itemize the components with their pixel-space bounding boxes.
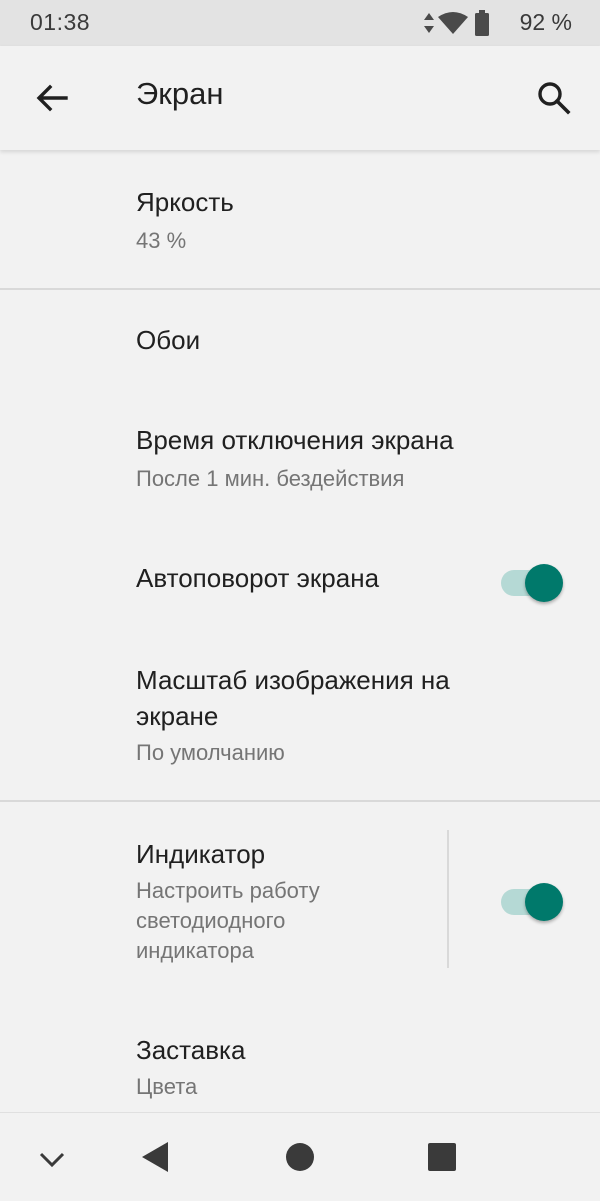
status-bar: 01:38 92 %	[0, 0, 600, 46]
arrow-back-icon	[36, 84, 68, 112]
setting-wallpaper[interactable]: Обои	[0, 290, 600, 390]
recents-square-icon	[428, 1143, 456, 1171]
page-title: Экран	[136, 76, 224, 111]
setting-summary: После 1 мин. бездействия	[136, 466, 405, 491]
setting-brightness[interactable]: Яркость 43 %	[0, 150, 600, 288]
battery-icon	[474, 10, 490, 41]
setting-title: Заставка	[136, 1035, 246, 1065]
nav-home-button[interactable]	[282, 1139, 318, 1180]
chevron-down-icon	[39, 1152, 65, 1168]
setting-display-size[interactable]: Масштаб изображения на экране По умолчан…	[0, 634, 600, 800]
setting-summary: 43 %	[136, 228, 187, 253]
search-button[interactable]	[530, 74, 578, 122]
setting-indicator[interactable]: Индикатор Настроить работу светодиодного…	[0, 802, 600, 988]
wifi-icon	[438, 11, 468, 40]
setting-title: Индикатор	[136, 839, 266, 869]
setting-summary-line1: Настроить работу	[136, 878, 320, 903]
setting-title: Яркость	[136, 187, 234, 217]
navigation-bar	[0, 1112, 600, 1201]
setting-summary-line3: индикатора	[136, 938, 254, 963]
setting-title-line2: экране	[136, 701, 219, 731]
toggle-thumb	[525, 564, 563, 602]
vertical-separator	[447, 830, 449, 968]
setting-summary-line2: светодиодного	[136, 908, 286, 933]
setting-screen-timeout[interactable]: Время отключения экрана После 1 мин. без…	[0, 390, 600, 524]
search-icon	[538, 82, 571, 115]
indicator-toggle[interactable]	[499, 875, 565, 921]
status-time: 01:38	[30, 9, 91, 35]
setting-screensaver[interactable]: Заставка Цвета	[0, 988, 600, 1112]
toggle-thumb	[525, 883, 563, 921]
settings-list: Яркость 43 % Обои Время отключения экран…	[0, 150, 600, 1112]
data-arrows-icon	[422, 12, 436, 39]
setting-title-line1: Масштаб изображения на	[136, 665, 450, 695]
setting-summary: По умолчанию	[136, 740, 285, 765]
nav-recents-button[interactable]	[424, 1139, 460, 1180]
battery-percent: 92 %	[519, 9, 572, 35]
setting-auto-rotate[interactable]: Автоповорот экрана	[0, 524, 600, 634]
setting-title: Автоповорот экрана	[136, 563, 380, 593]
back-triangle-icon	[142, 1142, 168, 1172]
hide-keyboard-button[interactable]	[34, 1141, 70, 1182]
back-button[interactable]	[28, 74, 76, 122]
setting-title: Обои	[136, 325, 201, 355]
home-circle-icon	[286, 1143, 314, 1171]
setting-summary: Цвета	[136, 1074, 198, 1099]
auto-rotate-toggle[interactable]	[499, 556, 565, 602]
setting-title: Время отключения экрана	[136, 425, 454, 455]
nav-back-button[interactable]	[138, 1139, 174, 1180]
app-bar: Экран	[0, 46, 600, 150]
status-icons: 92 %	[422, 8, 572, 38]
